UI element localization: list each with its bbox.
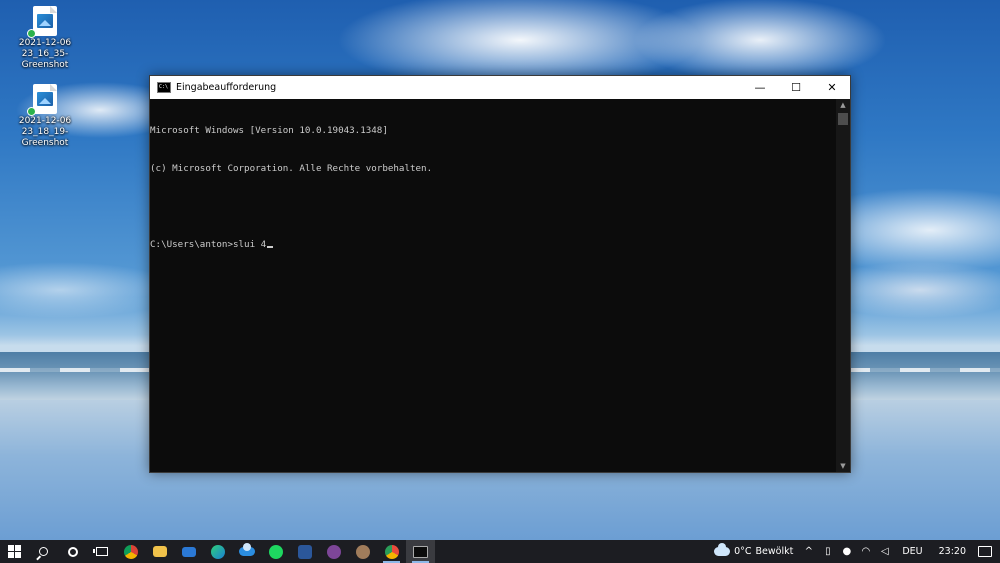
taskbar-app-edge[interactable] (203, 540, 232, 563)
mail-icon (181, 546, 196, 557)
vertical-scrollbar[interactable]: ▲ ▼ (836, 99, 850, 472)
console-line: (c) Microsoft Corporation. Alle Rechte v… (150, 162, 433, 174)
taskbar-app-chrome[interactable] (116, 540, 145, 563)
search-button[interactable] (29, 540, 58, 563)
spotify-icon (268, 544, 283, 559)
desktop-icon-label-date: 2021-12-06 (18, 38, 72, 48)
console-prompt-text: C:\Users\anton>slui 4 (150, 238, 267, 250)
desktop-icon-greenshot-1[interactable]: 2021-12-06 23_16_35-Greenshot (4, 6, 86, 71)
scroll-down-arrow-icon[interactable]: ▼ (836, 460, 850, 472)
device-icon[interactable]: ▯ (818, 546, 837, 557)
scrollbar-thumb[interactable] (838, 113, 848, 125)
volume-icon[interactable]: ◁ (875, 546, 894, 557)
chrome-icon (384, 544, 399, 559)
word-icon (297, 544, 312, 559)
scroll-up-arrow-icon[interactable]: ▲ (836, 99, 850, 111)
show-hidden-icons-chevron-icon[interactable]: ^ (799, 546, 818, 557)
clock[interactable]: 23:20 (931, 546, 974, 557)
taskbar-app-chrome-2[interactable] (377, 540, 406, 563)
taskbar-app-onedrive[interactable] (232, 540, 261, 563)
weather-widget[interactable]: 0°C Bewölkt (708, 543, 799, 557)
maximize-icon: ☐ (791, 81, 801, 94)
task-view-button[interactable] (87, 540, 116, 563)
input-language[interactable]: DEU (894, 546, 930, 557)
chrome-icon (123, 544, 138, 559)
window-title: Eingabeaufforderung (176, 82, 277, 93)
close-button[interactable]: ✕ (814, 76, 850, 99)
minimize-button[interactable]: — (742, 76, 778, 99)
search-icon (39, 547, 48, 556)
taskbar-app-gimp[interactable] (348, 540, 377, 563)
close-icon: ✕ (827, 81, 837, 94)
sync-status-icon (27, 29, 36, 38)
image-file-icon (27, 84, 57, 116)
desktop-icon-greenshot-2[interactable]: 2021-12-06 23_18_19-Greenshot (4, 84, 86, 149)
command-prompt-icon (413, 545, 428, 558)
notification-center-icon[interactable] (978, 546, 992, 557)
start-button[interactable] (0, 540, 29, 563)
task-view-icon (92, 547, 108, 556)
console-prompt-line: C:\Users\anton>slui 4 (150, 239, 836, 252)
windows-logo-icon (8, 545, 21, 558)
text-cursor (267, 245, 274, 248)
cloud-icon (714, 543, 731, 556)
taskbar-app-command-prompt[interactable] (406, 540, 435, 563)
weather-condition: Bewölkt (755, 546, 794, 557)
folder-icon (152, 546, 167, 557)
console-line: Microsoft Windows [Version 10.0.19043.13… (150, 125, 388, 137)
security-icon[interactable]: ● (837, 546, 856, 557)
taskbar-app-file-explorer[interactable] (145, 540, 174, 563)
network-icon[interactable]: ◠ (856, 546, 875, 557)
onedrive-icon (238, 543, 255, 556)
maximize-button[interactable]: ☐ (778, 76, 814, 99)
taskbar-app-word[interactable] (290, 540, 319, 563)
desktop-icon-label-name: 23_16_35-Greenshot (21, 49, 69, 70)
console-output[interactable]: Microsoft Windows [Version 10.0.19043.13… (150, 99, 836, 472)
cortana-icon (67, 546, 78, 557)
command-prompt-icon: C:\ (157, 82, 171, 93)
command-prompt-window[interactable]: C:\ Eingabeaufforderung — ☐ ✕ Microsoft … (149, 75, 851, 473)
system-tray: 0°C Bewölkt ^ ▯ ● ◠ ◁ DEU 23:20 (708, 540, 1000, 563)
image-file-icon (27, 6, 57, 38)
tor-browser-icon (326, 544, 341, 559)
cortana-button[interactable] (58, 540, 87, 563)
sync-status-icon (27, 107, 36, 116)
edge-icon (210, 544, 225, 559)
taskbar: 0°C Bewölkt ^ ▯ ● ◠ ◁ DEU 23:20 (0, 540, 1000, 563)
minimize-icon: — (754, 81, 766, 94)
gimp-icon (355, 544, 370, 559)
taskbar-app-spotify[interactable] (261, 540, 290, 563)
window-titlebar[interactable]: C:\ Eingabeaufforderung — ☐ ✕ (150, 76, 850, 99)
weather-temperature: 0°C (734, 546, 752, 557)
taskbar-app-tor-browser[interactable] (319, 540, 348, 563)
desktop-icon-label-name: 23_18_19-Greenshot (21, 127, 69, 148)
taskbar-app-mail[interactable] (174, 540, 203, 563)
desktop-icon-label-date: 2021-12-06 (18, 116, 72, 126)
